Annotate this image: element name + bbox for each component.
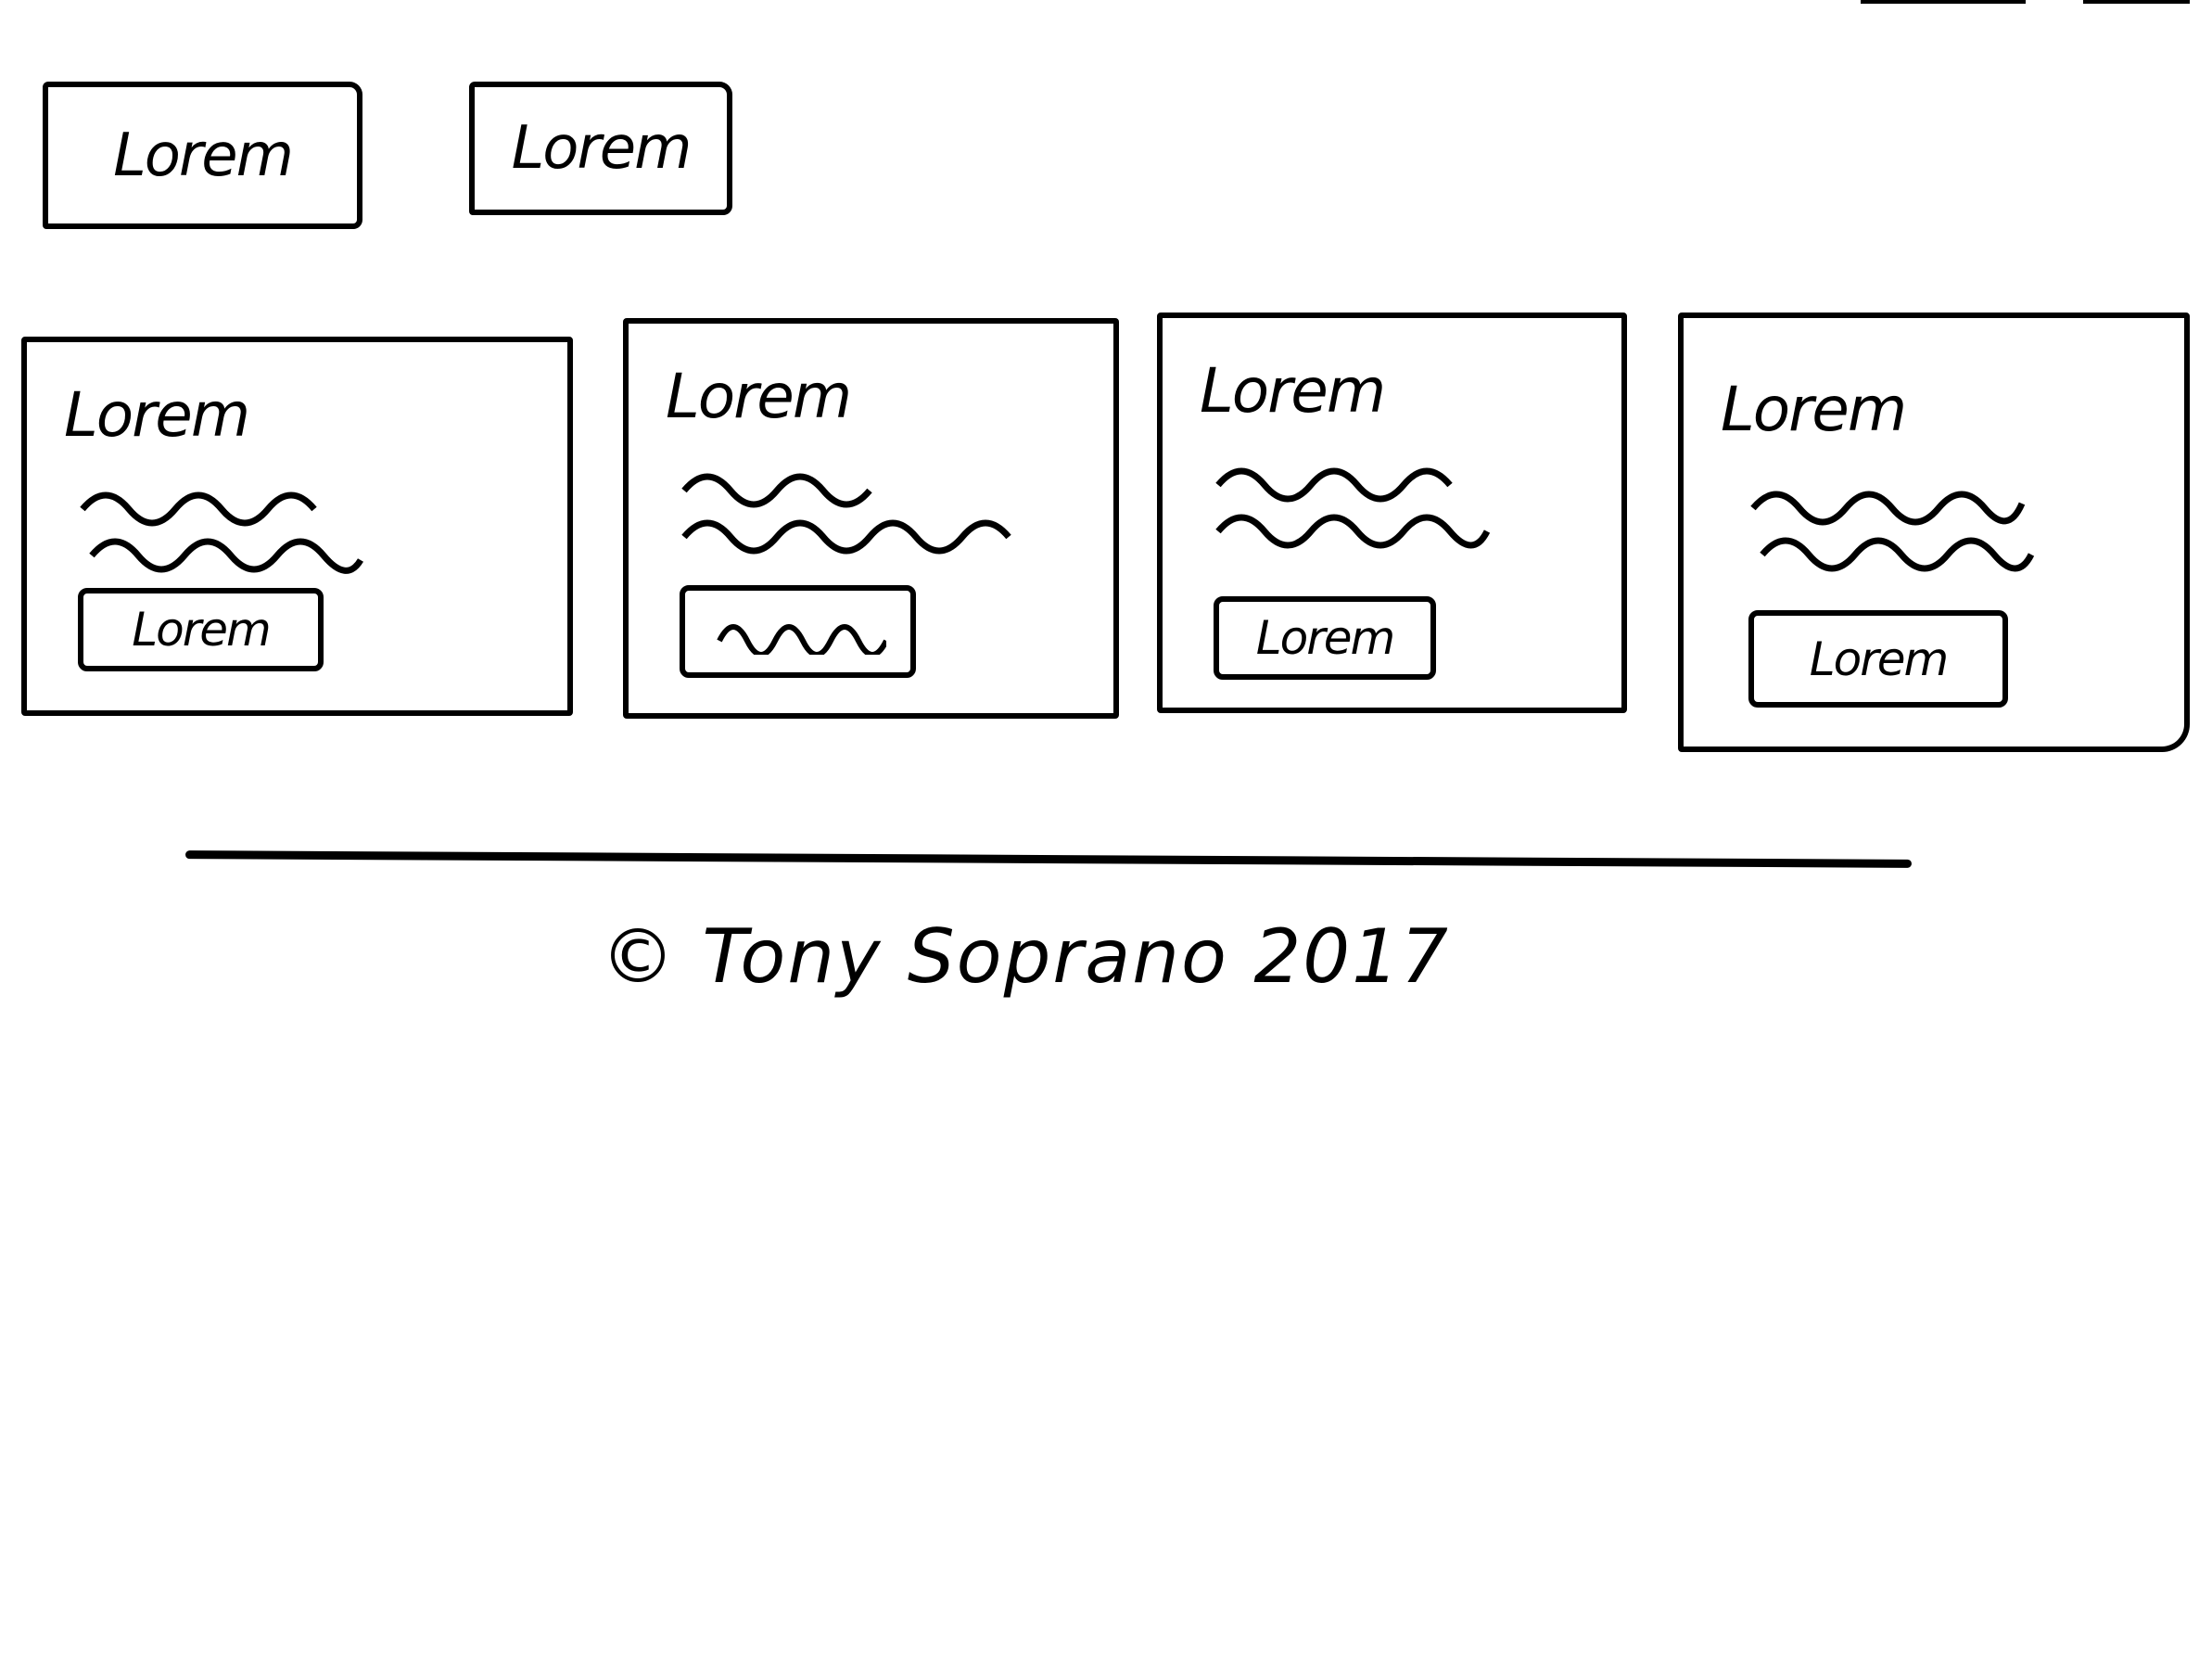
card-button[interactable]: Lorem bbox=[78, 588, 324, 671]
text-placeholder-lines bbox=[1750, 491, 2035, 572]
nav-button-label: Lorem bbox=[511, 114, 693, 183]
card-title: Lorem bbox=[1200, 355, 1386, 427]
nav-button-label: Lorem bbox=[113, 121, 294, 190]
nav-button-2[interactable]: Lorem bbox=[469, 82, 732, 215]
text-placeholder-lines bbox=[681, 473, 1011, 555]
card-button[interactable] bbox=[680, 585, 916, 678]
card-button-label: Lorem bbox=[1809, 632, 1949, 686]
card-4: Lorem Lorem bbox=[1678, 313, 2190, 752]
card-title: Lorem bbox=[1721, 374, 1907, 445]
card-2: Lorem bbox=[623, 318, 1119, 719]
top-edge-line bbox=[1861, 0, 2026, 4]
footer-divider bbox=[184, 850, 1913, 868]
card-button-label: Lorem bbox=[132, 603, 271, 657]
text-placeholder-lines bbox=[1215, 467, 1491, 549]
card-1: Lorem Lorem bbox=[21, 337, 573, 716]
card-title: Lorem bbox=[666, 361, 852, 432]
card-button[interactable]: Lorem bbox=[1748, 610, 2008, 708]
card-3: Lorem Lorem bbox=[1157, 313, 1627, 713]
button-placeholder-squiggle bbox=[716, 624, 886, 655]
top-edge-line bbox=[2083, 0, 2190, 4]
nav-button-1[interactable]: Lorem bbox=[43, 82, 362, 229]
card-title: Lorem bbox=[64, 379, 250, 451]
card-button-label: Lorem bbox=[1255, 611, 1395, 665]
footer-copyright: © Tony Soprano 2017 bbox=[601, 913, 1450, 1000]
text-placeholder-lines bbox=[80, 491, 364, 574]
card-button[interactable]: Lorem bbox=[1214, 596, 1436, 680]
